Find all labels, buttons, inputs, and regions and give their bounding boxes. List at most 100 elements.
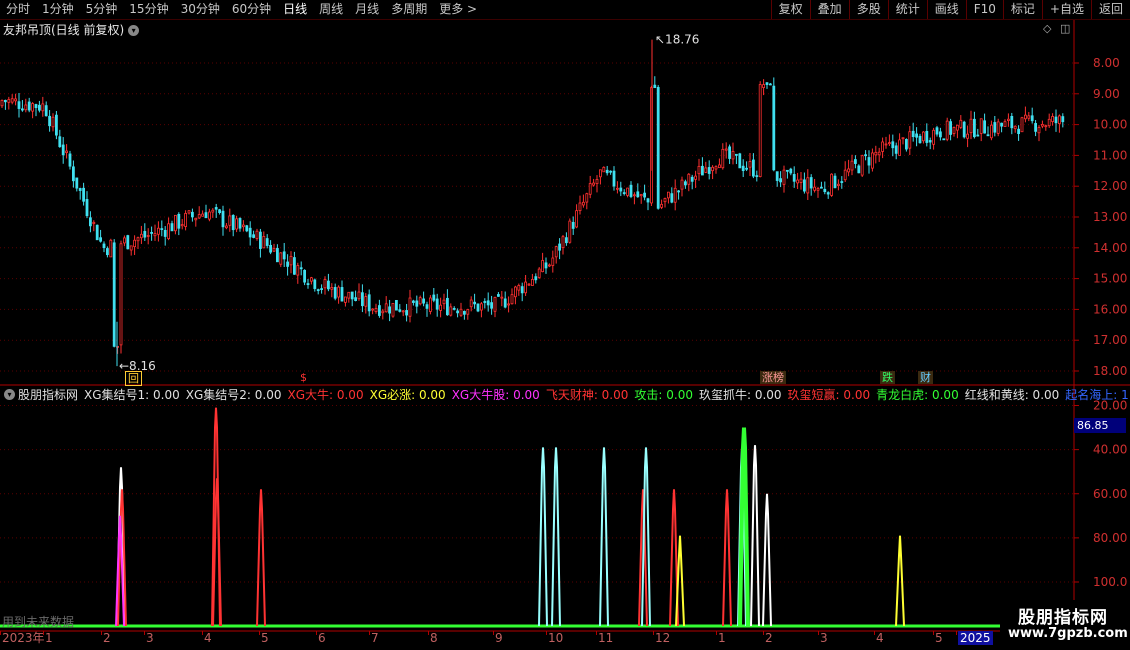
candle-body	[462, 310, 466, 315]
candle-body	[476, 303, 480, 312]
candle-body	[602, 166, 606, 173]
date-axis-tick	[0, 631, 1, 635]
candle-body	[432, 294, 436, 301]
candle-body	[262, 236, 266, 249]
price-tick-label: 18.00	[1093, 364, 1127, 378]
event-badge-4[interactable]: 财	[918, 371, 933, 384]
candle-body	[762, 84, 765, 88]
candle-body	[459, 308, 463, 316]
date-axis-tick	[202, 631, 203, 635]
candle-body	[986, 134, 990, 137]
candle-body	[425, 304, 429, 309]
price-tick-label: 17.00	[1093, 333, 1127, 347]
candle-body	[479, 303, 483, 311]
candle-body	[510, 294, 514, 305]
candle-body	[252, 234, 256, 238]
candle-body	[364, 296, 368, 307]
candle-body	[323, 279, 327, 289]
price-tick-label: 10.00	[1093, 118, 1127, 132]
candle-body	[292, 257, 296, 275]
indicator-item-6: 攻击: 0.00	[634, 387, 693, 402]
candle-body	[65, 150, 68, 154]
candle-body	[139, 233, 143, 239]
candle-body	[1034, 123, 1037, 132]
candle-body	[320, 288, 324, 291]
candle-body	[1030, 115, 1034, 122]
date-axis-tick	[369, 631, 370, 635]
date-axis-tick	[933, 631, 934, 635]
candle-body	[326, 280, 330, 290]
candle-body	[503, 298, 507, 308]
candle-body	[265, 238, 269, 246]
candle-body	[962, 121, 966, 138]
candle-body	[439, 304, 443, 311]
candle-body	[337, 286, 341, 298]
candle-body	[707, 167, 711, 174]
event-badge-0[interactable]: 回	[125, 371, 142, 386]
candle-body	[616, 187, 619, 190]
candle-body	[14, 98, 18, 102]
candle-body	[1058, 115, 1061, 124]
price-tick-label: 12.00	[1093, 179, 1127, 193]
candle-body	[792, 174, 796, 182]
date-axis-label: 11	[598, 631, 614, 645]
candle-body	[428, 297, 432, 312]
candle-body	[813, 186, 816, 191]
candle-body	[537, 268, 541, 278]
date-axis-label: 2025	[958, 631, 993, 645]
candle-body	[170, 223, 174, 232]
candle-body	[599, 169, 602, 178]
signal-spike	[762, 493, 772, 627]
candle-body	[823, 188, 827, 193]
candle-body	[942, 138, 946, 141]
candle-body	[714, 166, 718, 170]
candle-body	[752, 159, 755, 177]
candle-body	[282, 251, 286, 260]
candle-body	[826, 192, 830, 195]
candle-body	[1061, 116, 1065, 123]
event-badge-1[interactable]: $	[298, 371, 309, 384]
candle-body	[384, 303, 388, 313]
chevron-down-icon[interactable]: ▾	[4, 388, 15, 400]
date-axis-tick	[818, 631, 819, 635]
date-axis-label: 3	[146, 631, 154, 645]
candle-body	[496, 294, 500, 297]
candle-body	[483, 301, 487, 303]
candle-body	[911, 130, 915, 138]
indicator-tick-label: 100.0	[1093, 575, 1127, 589]
date-axis-label: 2023年	[2, 631, 45, 645]
event-badge-2[interactable]: 涨榜	[760, 371, 786, 384]
candle-body	[524, 281, 527, 294]
candle-body	[221, 210, 225, 228]
candle-body	[881, 141, 884, 152]
candle-body	[177, 213, 181, 229]
indicator-tick-label: 80.00	[1093, 531, 1127, 545]
candle-body	[673, 187, 677, 203]
candle-body	[408, 297, 412, 317]
candle-body	[313, 279, 317, 289]
price-chart[interactable]: 18.0017.0016.0015.0014.0013.0012.0011.00…	[0, 0, 1130, 650]
current-value-box: 86.85	[1074, 418, 1126, 433]
candle-body	[486, 300, 490, 306]
indicator-name[interactable]: 股朋指标网	[18, 386, 78, 403]
candle-body	[860, 155, 864, 176]
candle-body	[1024, 114, 1027, 120]
price-tick-label: 11.00	[1093, 148, 1127, 162]
event-badge-3[interactable]: 跌	[880, 371, 895, 384]
candle-body	[684, 181, 687, 186]
signal-spike	[599, 447, 609, 627]
candle-body	[646, 198, 650, 203]
candle-body	[218, 209, 222, 213]
candle-body	[544, 262, 548, 269]
candle-body	[877, 151, 881, 156]
candle-body	[925, 130, 929, 143]
candle-body	[61, 144, 65, 156]
candle-body	[449, 306, 453, 316]
candle-body	[905, 139, 908, 150]
candle-body	[391, 303, 395, 317]
candle-body	[55, 114, 58, 136]
candle-body	[507, 303, 511, 306]
date-axis-label: 5	[261, 631, 269, 645]
candle-body	[269, 244, 273, 253]
candle-body	[735, 153, 738, 156]
